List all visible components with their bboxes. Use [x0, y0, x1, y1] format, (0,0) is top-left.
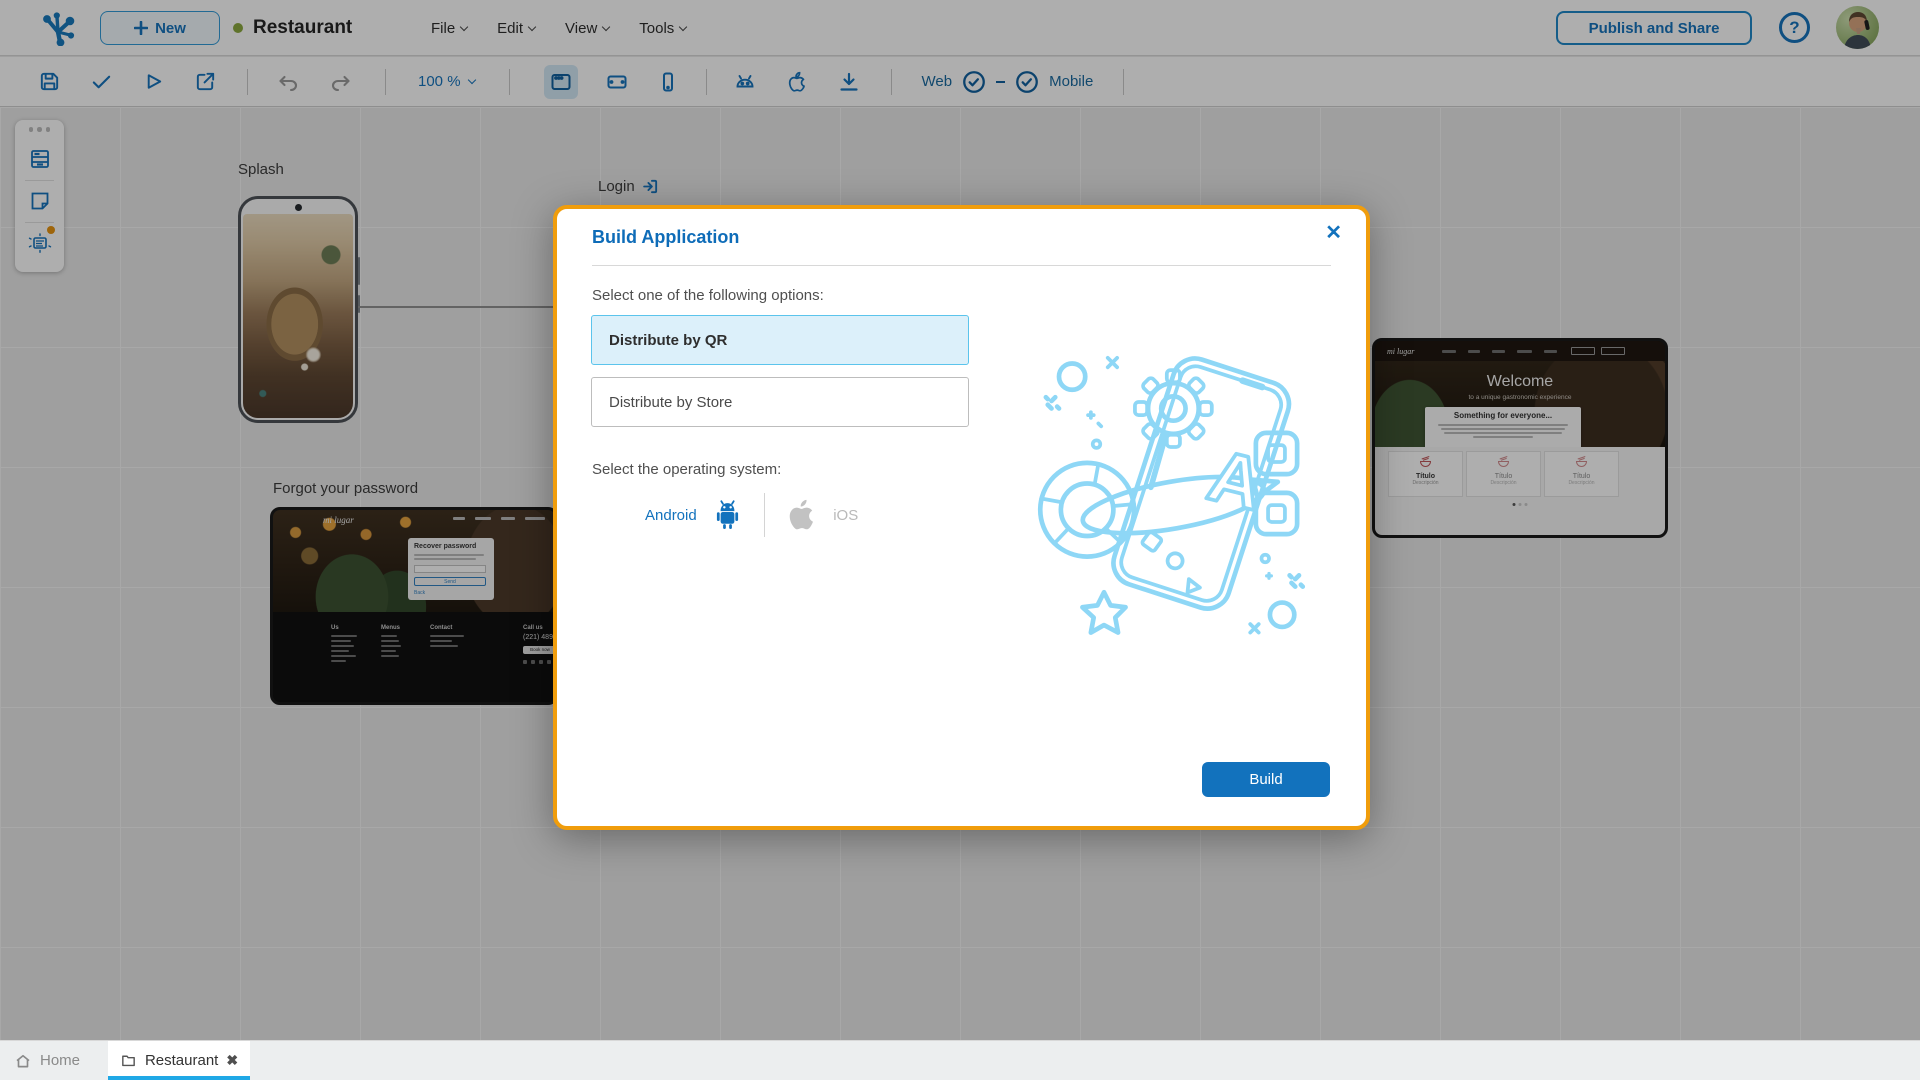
apple-logo-icon: [789, 499, 814, 530]
build-button-label: Build: [1249, 771, 1283, 788]
ios-option[interactable]: [785, 496, 819, 534]
build-button[interactable]: Build: [1202, 762, 1330, 797]
option-distribute-by-qr[interactable]: Distribute by QR: [591, 315, 969, 365]
active-tab-underline: [108, 1076, 251, 1080]
os-label: Select the operating system:: [592, 461, 782, 478]
modal-title: Build Application: [592, 227, 740, 247]
android-option[interactable]: [711, 497, 744, 533]
folder-icon: [122, 1055, 135, 1067]
tab-restaurant-label: Restaurant: [144, 1052, 219, 1069]
option-distribute-by-store[interactable]: Distribute by Store: [591, 377, 969, 427]
build-illustration: A: [1014, 321, 1314, 666]
android-robot-icon: [716, 500, 738, 530]
os-selector: Android iOS: [645, 492, 858, 538]
options-label: Select one of the following options:: [592, 287, 824, 304]
ios-option-label[interactable]: iOS: [833, 507, 858, 524]
svg-text:A: A: [1201, 435, 1272, 526]
tab-restaurant[interactable]: Restaurant ✖: [108, 1041, 251, 1080]
home-icon: [16, 1054, 30, 1067]
build-application-modal: Build Application ✕ Select one of the fo…: [553, 205, 1370, 830]
close-icon: ✕: [1325, 222, 1342, 244]
modal-close-button[interactable]: ✕: [1321, 219, 1346, 247]
tab-home[interactable]: Home: [0, 1041, 96, 1080]
close-icon: ✖: [226, 1052, 239, 1068]
project-tab-bar: Home Restaurant ✖: [0, 1040, 1920, 1080]
phone-build-illustration: A: [1037, 356, 1306, 635]
modal-divider: [592, 265, 1331, 266]
android-option-label[interactable]: Android: [645, 507, 697, 524]
tab-home-label: Home: [40, 1052, 81, 1069]
os-divider: [763, 493, 766, 537]
tab-close-button[interactable]: ✖: [226, 1052, 238, 1069]
